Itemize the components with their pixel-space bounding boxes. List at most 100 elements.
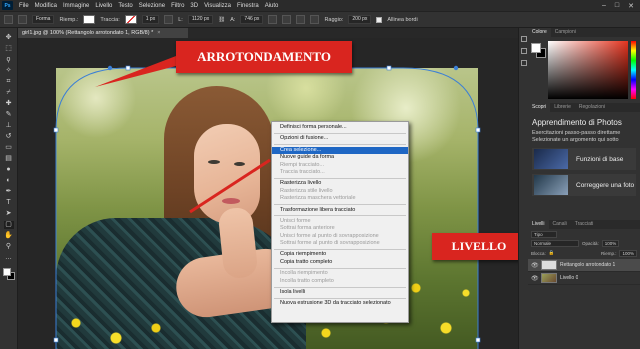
eyedropper-icon[interactable]: ⌿ [4, 89, 14, 97]
maximize-icon[interactable]: □ [615, 2, 619, 10]
brush-icon[interactable]: ✎ [4, 111, 14, 119]
menu-visualizza[interactable]: Visualizza [201, 3, 234, 9]
width-label: L: [178, 16, 183, 23]
lock-icon[interactable]: 🔒 [549, 250, 555, 256]
stamp-icon[interactable]: ⊥ [4, 122, 14, 130]
shape-icon[interactable]: ▢ [3, 221, 14, 229]
visibility-eye-icon[interactable]: 👁 [531, 275, 539, 282]
menu-item-define-shape[interactable]: Definisci forma personale... [272, 124, 408, 131]
path-select-icon[interactable]: ➤ [4, 210, 14, 218]
blend-mode-select[interactable]: Normale [531, 240, 579, 248]
close-window-icon[interactable]: ✕ [628, 2, 634, 10]
history-brush-icon[interactable]: ↺ [4, 133, 14, 141]
menu-item-rasterize-layer[interactable]: Rasterizza livello [272, 180, 408, 187]
menu-3d[interactable]: 3D [187, 3, 201, 9]
properties-panel-icon[interactable] [520, 48, 527, 54]
menu-livello[interactable]: Livello [92, 3, 115, 9]
learn-card-fix-photo[interactable]: Correggere una foto [532, 174, 636, 196]
gear-icon[interactable] [310, 15, 320, 24]
document-title: girl1.jpg @ 100% (Rettangolo arrotondato… [22, 30, 154, 36]
learn-subtitle-2: Selezionate un argomento qui sotto [532, 137, 619, 143]
menu-separator [274, 177, 406, 179]
stroke-swatch[interactable] [124, 15, 137, 24]
hand-icon[interactable]: ✋ [4, 232, 14, 240]
magic-wand-icon[interactable]: ✧ [4, 67, 14, 75]
menu-item-make-selection[interactable]: Crea selezione... [272, 146, 408, 155]
learn-thumbnail [534, 175, 568, 195]
paragraph-panel-icon[interactable] [520, 60, 527, 66]
hue-slider[interactable] [631, 41, 636, 99]
eraser-icon[interactable]: ▭ [4, 144, 14, 152]
heal-icon[interactable]: ✚ [4, 100, 14, 108]
opacity-field[interactable]: 100% [601, 240, 620, 248]
more-icon[interactable]: … [4, 254, 14, 262]
tab-regolazioni[interactable]: Regolazioni [575, 103, 609, 112]
tab-scopri[interactable]: Scopri [528, 103, 551, 112]
crop-icon[interactable]: ⌗ [4, 78, 14, 86]
stroke-type-icon[interactable] [164, 15, 174, 24]
context-menu: Definisci forma personale... Opzioni di … [271, 121, 409, 323]
menu-item-free-transform-path[interactable]: Trasformazione libera tracciato [272, 207, 408, 214]
menu-aiuto[interactable]: Aiuto [262, 3, 282, 9]
menu-testo[interactable]: Testo [115, 3, 135, 9]
tool-preset-icon[interactable] [18, 15, 27, 24]
layer-rounded-rectangle[interactable]: 👁 Rettangolo arrotondato 1 [528, 259, 640, 272]
menu-immagine[interactable]: Immagine [60, 3, 92, 9]
move-icon[interactable]: ✥ [4, 34, 14, 42]
menu-filtro[interactable]: Filtro [168, 3, 187, 9]
tab-librerie[interactable]: Librerie [550, 103, 575, 112]
close-tab-icon[interactable]: × [157, 30, 160, 36]
mode-select[interactable]: Forma [32, 15, 55, 24]
pen-icon[interactable]: ✒ [4, 188, 14, 196]
stroke-size-field[interactable]: 1 px [141, 15, 160, 24]
tab-campioni[interactable]: Campioni [551, 28, 580, 37]
color-swatches[interactable] [531, 43, 546, 58]
marquee-icon[interactable]: ⬚ [4, 45, 14, 53]
layer-livello-0[interactable]: 👁 Livello 0 [528, 272, 640, 285]
color-picker-field[interactable] [548, 41, 628, 99]
height-field[interactable]: 746 px [240, 15, 264, 24]
align-edges-checkbox[interactable] [376, 16, 383, 23]
path-arrange-icon[interactable] [296, 15, 306, 24]
foreground-color[interactable] [2, 268, 11, 276]
color-panel-tabs: Colore Campioni [528, 28, 640, 37]
minimize-icon[interactable]: – [602, 2, 606, 10]
home-icon[interactable] [4, 15, 13, 24]
menu-modifica[interactable]: Modifica [32, 3, 60, 9]
foreground-background-swatches[interactable] [2, 268, 15, 280]
lasso-icon[interactable]: ϙ [4, 56, 14, 64]
menu-finestra[interactable]: Finestra [234, 3, 262, 9]
zoom-icon[interactable]: ⚲ [4, 243, 14, 251]
blur-icon[interactable]: ● [4, 166, 14, 174]
tab-tracciati[interactable]: Tracciati [571, 220, 598, 229]
menu-item-copy-stroke[interactable]: Copia tratto completo [272, 259, 408, 266]
fill-swatch[interactable] [83, 15, 96, 24]
layer-kind-filter[interactable]: Tipo [531, 231, 557, 239]
gradient-icon[interactable]: ▤ [4, 155, 14, 163]
link-icon[interactable]: ⛓ [218, 17, 225, 23]
type-icon[interactable]: T [4, 199, 14, 207]
menu-item-new-guides[interactable]: Nuove guide da forma [272, 154, 408, 161]
menu-selezione[interactable]: Selezione [136, 3, 168, 9]
dodge-icon[interactable]: ◐ [4, 177, 14, 185]
rounded-rectangle-path[interactable] [18, 38, 518, 349]
canvas-area[interactable] [18, 38, 518, 349]
tab-colore[interactable]: Colore [528, 28, 551, 37]
menu-item-paste-stroke: Incolla tratto completo [280, 277, 334, 284]
menu-item-blending-options[interactable]: Opzioni di fusione... [272, 135, 408, 142]
tab-livelli[interactable]: Livelli [528, 220, 549, 229]
radius-field[interactable]: 200 px [348, 15, 372, 24]
menu-file[interactable]: File [16, 3, 32, 9]
menu-item-new-3d-extrusion[interactable]: Nuova estrusione 3D da tracciato selezio… [272, 300, 408, 307]
document-tab[interactable]: girl1.jpg @ 100% (Rettangolo arrotondato… [18, 28, 188, 38]
menu-item-copy-fill[interactable]: Copia riempimento [272, 251, 408, 258]
history-panel-icon[interactable] [520, 36, 527, 42]
learn-card-basics[interactable]: Funzioni di base [532, 148, 636, 170]
path-ops-icon[interactable] [268, 15, 278, 24]
fill-opacity-field[interactable]: 100% [619, 249, 637, 257]
path-align-icon[interactable] [282, 15, 292, 24]
width-field[interactable]: 1120 px [187, 15, 214, 24]
visibility-eye-icon[interactable]: 👁 [531, 262, 539, 269]
tab-canali[interactable]: Canali [549, 220, 571, 229]
menu-item-isolate-layers[interactable]: Isola livelli [272, 289, 408, 296]
